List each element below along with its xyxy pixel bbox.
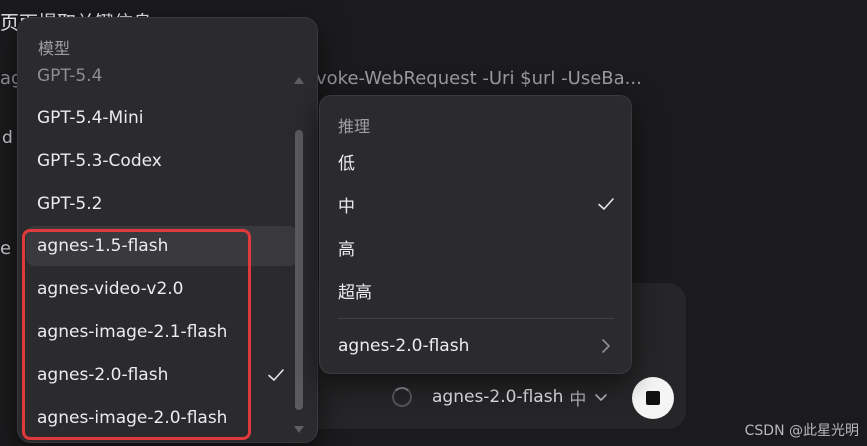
model-option-label: GPT-5.3-Codex — [37, 151, 162, 171]
model-option-agnes-image-2-1-flash[interactable]: agnes-image-2.1-flash — [26, 312, 298, 352]
model-option-gpt-5-2[interactable]: GPT-5.2 — [26, 184, 298, 224]
menu-divider — [338, 318, 614, 319]
scroll-down-arrow-icon[interactable] — [293, 424, 305, 436]
model-option-gpt-5-4-mini[interactable]: GPT-5.4-Mini — [26, 98, 298, 138]
model-submenu-label: agnes-2.0-flash — [338, 336, 470, 356]
model-option-agnes-2-0-flash[interactable]: agnes-2.0-flash — [26, 355, 298, 395]
model-selector-button[interactable]: agnes-2.0-flash 中 — [432, 385, 610, 410]
background-command-text: voke-WebRequest -Uri $url -UseBa... — [316, 68, 642, 89]
model-option-label: agnes-image-2.1-flash — [37, 322, 228, 342]
model-option-agnes-image-2-0-flash[interactable]: agnes-image-2.0-flash — [26, 398, 298, 438]
model-option-gpt-5-3-codex[interactable]: GPT-5.3-Codex — [26, 141, 298, 181]
reasoning-option-medium[interactable]: 中 — [338, 184, 618, 224]
stop-button[interactable] — [632, 377, 674, 419]
reasoning-option-low[interactable]: 低 — [338, 141, 618, 181]
model-menu-scrollbar[interactable] — [293, 74, 305, 436]
current-effort-label: 中 — [569, 389, 587, 410]
reasoning-submenu: 推理 低 中 高 超高 agnes-2.0-flash — [319, 95, 632, 374]
loading-spinner-icon — [392, 387, 412, 407]
model-option-label: GPT-5.4 — [37, 66, 103, 86]
stop-icon — [646, 391, 660, 405]
model-option-label: GPT-5.4-Mini — [37, 108, 144, 128]
model-option-agnes-video-v2-0[interactable]: agnes-video-v2.0 — [26, 269, 298, 309]
reasoning-option-extra-high[interactable]: 超高 — [338, 270, 618, 310]
scrollbar-thumb[interactable] — [295, 130, 303, 410]
model-option-label: GPT-5.2 — [37, 194, 103, 214]
model-option-label: agnes-video-v2.0 — [37, 279, 184, 299]
watermark: CSDN @此星光明 — [744, 423, 859, 439]
background-text-4: e — [0, 238, 12, 259]
reasoning-option-high[interactable]: 高 — [338, 227, 618, 267]
background-text-3: d — [2, 128, 13, 148]
chevron-down-icon — [595, 394, 608, 401]
model-option-label: agnes-image-2.0-flash — [37, 408, 228, 428]
model-option-label: agnes-2.0-flash — [37, 365, 169, 385]
checkmark-icon — [268, 369, 284, 381]
current-model-label: agnes-2.0-flash — [432, 387, 564, 407]
model-option-agnes-1-5-flash[interactable]: agnes-1.5-flash — [26, 226, 298, 266]
scroll-up-arrow-icon[interactable] — [293, 74, 305, 86]
model-submenu-link[interactable]: agnes-2.0-flash — [338, 326, 618, 366]
reasoning-option-label: 超高 — [338, 282, 372, 303]
chevron-right-icon — [602, 339, 610, 353]
reasoning-option-label: 低 — [338, 153, 355, 174]
model-option-label: agnes-1.5-flash — [37, 236, 169, 256]
model-dropdown-menu: 模型 GPT-5.4 GPT-5.4-Mini GPT-5.3-Codex GP… — [17, 17, 318, 443]
checkmark-icon — [598, 198, 614, 210]
reasoning-menu-header: 推理 — [338, 117, 371, 136]
reasoning-option-label: 中 — [338, 196, 355, 217]
model-option-gpt-5-4[interactable]: GPT-5.4 — [26, 56, 298, 96]
reasoning-option-label: 高 — [338, 239, 355, 260]
